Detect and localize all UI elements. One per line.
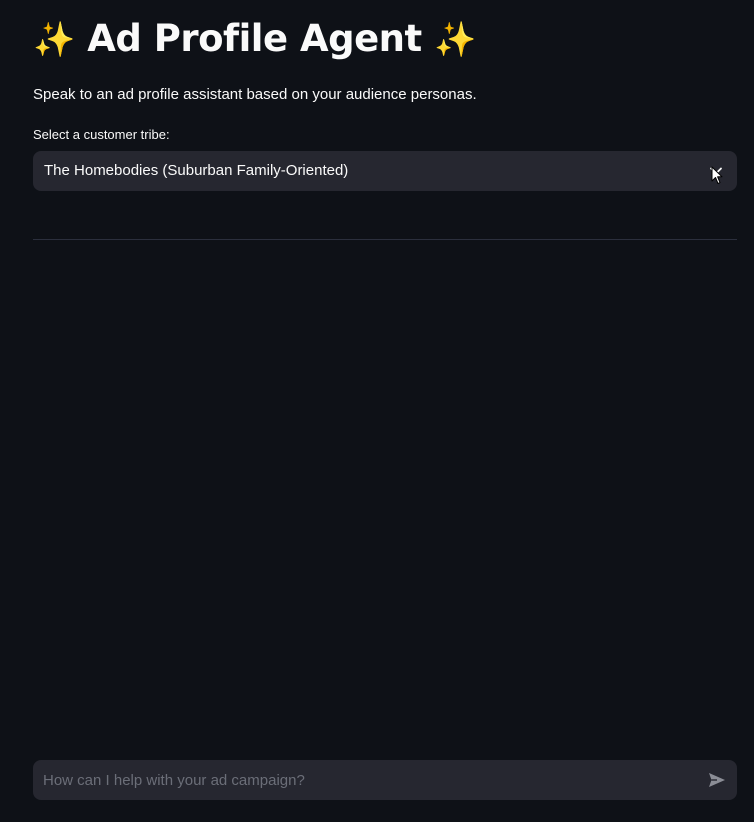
page-title: ✨ Ad Profile Agent ✨ [33,14,476,65]
chat-input-container [33,760,737,800]
sparkles-icon: ✨ [434,20,476,60]
tribe-select[interactable]: The Homebodies (Suburban Family-Oriented… [33,151,737,191]
sparkles-icon: ✨ [33,20,75,60]
chat-input[interactable] [33,760,683,800]
page-title-text: Ad Profile Agent [87,17,422,60]
tribe-select-value: The Homebodies (Suburban Family-Oriented… [44,162,349,179]
mouse-cursor-icon [711,166,723,184]
send-icon[interactable] [707,770,727,790]
page-subtitle: Speak to an ad profile assistant based o… [33,86,477,103]
tribe-select-label: Select a customer tribe: [33,127,170,142]
app-root: ✨ Ad Profile Agent ✨ Speak to an ad prof… [0,0,754,822]
divider [33,239,737,240]
